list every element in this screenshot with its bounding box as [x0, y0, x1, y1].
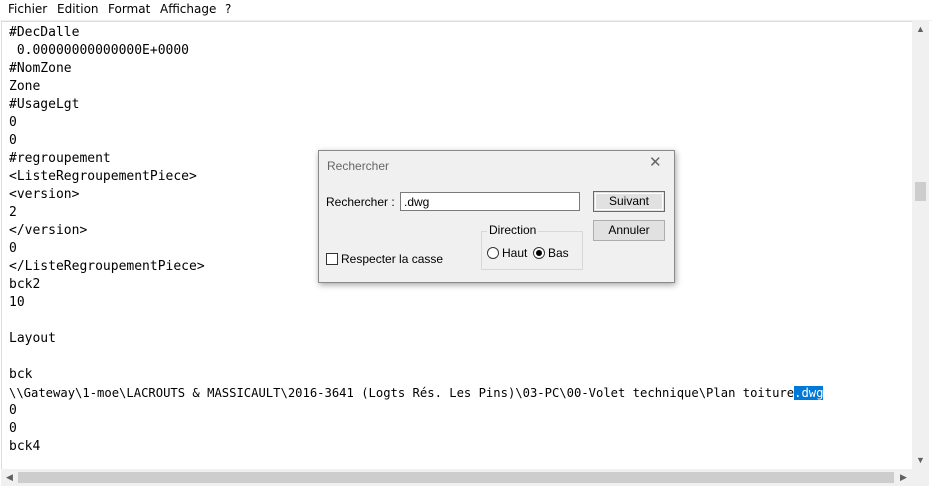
text-line: #UsageLgt [9, 97, 80, 112]
menu-format[interactable]: Format [108, 2, 150, 16]
match-case-label: Respecter la casse [341, 252, 444, 266]
match-case-checkbox[interactable] [326, 253, 338, 265]
horizontal-scroll-thumb[interactable] [18, 472, 894, 483]
text-line: </ListeRegroupementPiece> [9, 259, 205, 274]
text-line: bck2 [9, 277, 41, 292]
text-line: Zone [9, 79, 41, 94]
text-line: bck4 [9, 439, 41, 454]
text-line: <version> [9, 187, 80, 202]
text-line: 0 [9, 115, 17, 130]
scroll-right-icon[interactable]: ▶ [895, 469, 912, 486]
text-line: 0.00000000000000E+0000 [9, 43, 190, 58]
close-icon[interactable]: ✕ [649, 155, 662, 171]
scroll-down-icon[interactable]: ▼ [912, 452, 929, 469]
text-line: Layout [9, 331, 56, 346]
menu-help[interactable]: ? [225, 2, 231, 16]
text-line: #regroupement [9, 151, 111, 166]
text-line: 0 [9, 403, 17, 418]
next-button[interactable]: Suivant [593, 191, 665, 212]
text-line: 0 [9, 421, 17, 436]
text-line: 0 [9, 133, 17, 148]
text-line: </version> [9, 223, 88, 238]
horizontal-scrollbar[interactable]: ◀ ▶ [1, 469, 912, 486]
search-match-selection: .dwg [794, 386, 824, 400]
menu-edition[interactable]: Edition [57, 2, 99, 16]
text-line: #NomZone [9, 61, 72, 76]
text-line: 0 [9, 241, 17, 256]
vertical-scrollbar[interactable]: ▲ ▼ [912, 21, 929, 469]
text-line: <ListeRegroupementPiece> [9, 169, 197, 184]
menu-bar: Fichier Edition Format Affichage ? [0, 0, 932, 21]
search-label: Rechercher : [326, 195, 395, 209]
radio-down[interactable] [533, 247, 545, 259]
radio-up-label: Haut [502, 246, 528, 260]
radio-up[interactable] [487, 247, 499, 259]
radio-selected-dot [536, 250, 542, 256]
dialog-title: Rechercher [327, 159, 390, 173]
text-line: 2 [9, 205, 17, 220]
scroll-left-icon[interactable]: ◀ [1, 469, 18, 486]
scroll-up-icon[interactable]: ▲ [912, 21, 929, 38]
text-line-path: \\Gateway\1-moe\LACROUTS & MASSICAULT\20… [9, 384, 824, 402]
radio-down-label: Bas [548, 246, 569, 260]
scrollbar-corner [912, 469, 929, 486]
text-line: #DecDalle [9, 25, 80, 40]
path-text: \\Gateway\1-moe\LACROUTS & MASSICAULT\20… [9, 386, 795, 400]
text-line: bck [9, 367, 33, 382]
menu-affichage[interactable]: Affichage [160, 2, 216, 16]
find-dialog: Rechercher ✕ Rechercher : .dwg Suivant A… [318, 150, 675, 283]
text-line: 10 [9, 295, 25, 310]
cancel-button[interactable]: Annuler [593, 220, 665, 241]
search-input[interactable]: .dwg [400, 192, 580, 211]
menu-fichier[interactable]: Fichier [8, 2, 47, 16]
direction-label: Direction [487, 223, 539, 237]
vertical-scroll-thumb[interactable] [915, 182, 926, 201]
